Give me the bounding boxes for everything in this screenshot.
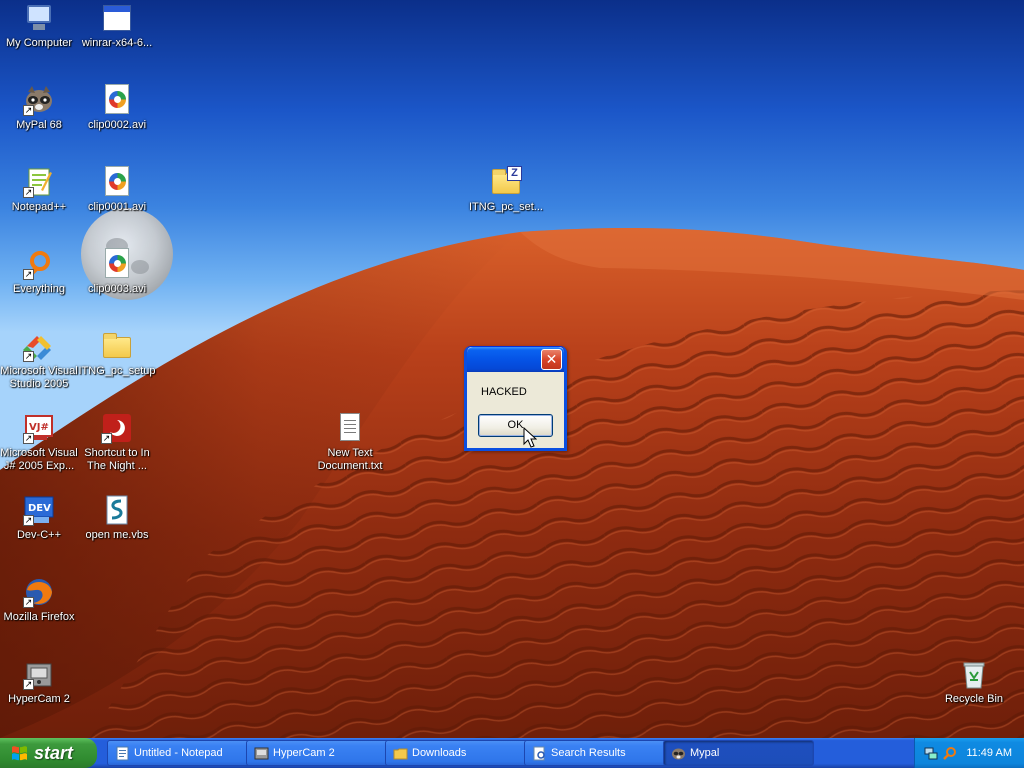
desktop-icon-label: ITNG_pc_set... [469, 201, 543, 213]
desktop[interactable]: My Computer ↗ MyPal 68 ↗ Notepad++ ↗ Eve… [0, 0, 1024, 738]
mypal-raccoon-icon [672, 748, 685, 760]
close-icon: ✕ [545, 351, 558, 367]
visual-studio-icon: ↗ [23, 330, 55, 362]
taskbar-button-notepad[interactable]: Untitled - Notepad [107, 740, 258, 766]
devcpp-icon: DEV ↗ [23, 494, 55, 526]
desktop-icon-label: My Computer [5, 37, 73, 49]
visual-jsharp-icon: VJ# ↗ [23, 412, 55, 444]
notepad-icon [116, 746, 129, 761]
desktop-icon-visual-studio[interactable]: ↗ Microsoft Visual Studio 2005 [0, 330, 78, 391]
desktop-icon-label: New Text Document.txt [317, 447, 383, 472]
desktop-icon-label: Dev-C++ [16, 529, 62, 541]
taskbar-button-search-results[interactable]: Search Results [524, 740, 675, 766]
desktop-icon-visual-jsharp[interactable]: VJ# ↗ Microsoft Visual J# 2005 Exp... [0, 412, 78, 473]
taskbar-button-hypercam[interactable]: HyperCam 2 [246, 740, 397, 766]
dialog-titlebar[interactable]: ✕ [467, 347, 564, 372]
desktop-icon-label: clip0001.avi [87, 201, 147, 213]
system-tray: 11:49 AM [914, 738, 1024, 768]
mouse-cursor-icon [523, 427, 537, 448]
taskbar-button-label: Untitled - Notepad [134, 747, 223, 759]
desktop-icon-itng-zip[interactable]: Z ITNG_pc_set... [467, 166, 545, 214]
search-results-icon [533, 746, 545, 761]
clock[interactable]: 11:49 AM [966, 738, 1012, 768]
folder-icon [393, 748, 408, 760]
taskbar-button-downloads[interactable]: Downloads [385, 740, 536, 766]
application-window-icon [101, 2, 133, 34]
mypal-raccoon-icon: ↗ [23, 84, 55, 116]
desktop-icon-winrar[interactable]: winrar-x64-6... [78, 2, 156, 50]
hypercam-icon [254, 747, 269, 760]
svg-text:VJ#: VJ# [29, 422, 49, 433]
taskbar-button-label: HyperCam 2 [273, 747, 335, 759]
media-player-file-icon [101, 248, 133, 280]
desktop-icon-notepadpp[interactable]: ↗ Notepad++ [0, 166, 78, 214]
taskbar-button-label: Mypal [690, 747, 720, 759]
taskbar-button-label: Search Results [551, 747, 626, 759]
desktop-icon-my-computer[interactable]: My Computer [0, 2, 78, 50]
desktop-icon-clip0002[interactable]: clip0002.avi [78, 84, 156, 132]
desktop-icon-hypercam[interactable]: ↗ HyperCam 2 [0, 658, 78, 706]
desktop-icon-recycle-bin[interactable]: Recycle Bin [935, 658, 1013, 706]
recycle-bin-icon [958, 658, 990, 690]
start-label: start [34, 743, 74, 763]
desktop-icon-label: open me.vbs [85, 529, 149, 541]
desktop-icon-label: Everything [13, 283, 65, 295]
audio-shortcut-icon: ↗ [101, 412, 133, 444]
windows-logo-icon [12, 746, 27, 761]
taskbar-button-label: Downloads [412, 747, 467, 759]
everything-search-icon: ↗ [23, 248, 55, 280]
desktop-icon-label: Recycle Bin [944, 693, 1004, 705]
desktop-icon-itng-folder[interactable]: ITNG_pc_setup [78, 330, 156, 378]
desktop-icon-label: clip0002.avi [87, 119, 147, 131]
desktop-icon-night-shortcut[interactable]: ↗ Shortcut to In The Night ... [78, 412, 156, 473]
media-player-file-icon [101, 166, 133, 198]
vbs-script-icon [101, 494, 133, 526]
desktop-icon-mypal[interactable]: ↗ MyPal 68 [0, 84, 78, 132]
desktop-icon-label: MyPal 68 [16, 119, 62, 131]
svg-text:DEV: DEV [28, 503, 51, 514]
dialog-message: HACKED [481, 386, 527, 398]
taskbar-button-mypal[interactable]: Mypal [663, 740, 814, 766]
media-player-file-icon [101, 84, 133, 116]
hypercam-icon: ↗ [23, 658, 55, 690]
desktop-icon-label: HyperCam 2 [8, 693, 70, 705]
zipped-folder-icon: Z [490, 166, 522, 198]
desktop-icon-open-me-vbs[interactable]: open me.vbs [78, 494, 156, 542]
text-document-icon [334, 412, 366, 444]
desktop-icon-label: Notepad++ [11, 201, 67, 213]
desktop-icon-clip0003[interactable]: clip0003.avi [78, 248, 156, 296]
notepadpp-icon: ↗ [23, 166, 55, 198]
desktop-icon-clip0001[interactable]: clip0001.avi [78, 166, 156, 214]
message-dialog: ✕ HACKED OK [464, 346, 567, 451]
desktop-icon-label: Microsoft Visual Studio 2005 [0, 365, 78, 390]
desktop-icon-firefox[interactable]: ↗ Mozilla Firefox [0, 576, 78, 624]
desktop-icon-label: Shortcut to In The Night ... [84, 447, 150, 472]
desktop-icon-label: winrar-x64-6... [81, 37, 153, 49]
desktop-icon-label: clip0003.avi [87, 283, 147, 295]
my-computer-icon [23, 2, 55, 34]
close-button[interactable]: ✕ [541, 349, 562, 370]
taskbar: start Untitled - Notepad HyperCam 2 Down… [0, 738, 1024, 768]
network-icon[interactable] [924, 746, 938, 760]
desktop-icon-new-text-document[interactable]: New Text Document.txt [311, 412, 389, 473]
search-icon[interactable] [943, 746, 957, 760]
ok-button[interactable]: OK [478, 414, 553, 437]
desktop-icon-label: Mozilla Firefox [3, 611, 75, 623]
folder-icon [101, 330, 133, 362]
desktop-icon-devcpp[interactable]: DEV ↗ Dev-C++ [0, 494, 78, 542]
firefox-icon: ↗ [23, 576, 55, 608]
desktop-icon-everything[interactable]: ↗ Everything [0, 248, 78, 296]
desktop-icon-label: Microsoft Visual J# 2005 Exp... [0, 447, 78, 472]
desktop-icon-label: ITNG_pc_setup [78, 365, 156, 377]
start-button[interactable]: start [0, 738, 97, 768]
